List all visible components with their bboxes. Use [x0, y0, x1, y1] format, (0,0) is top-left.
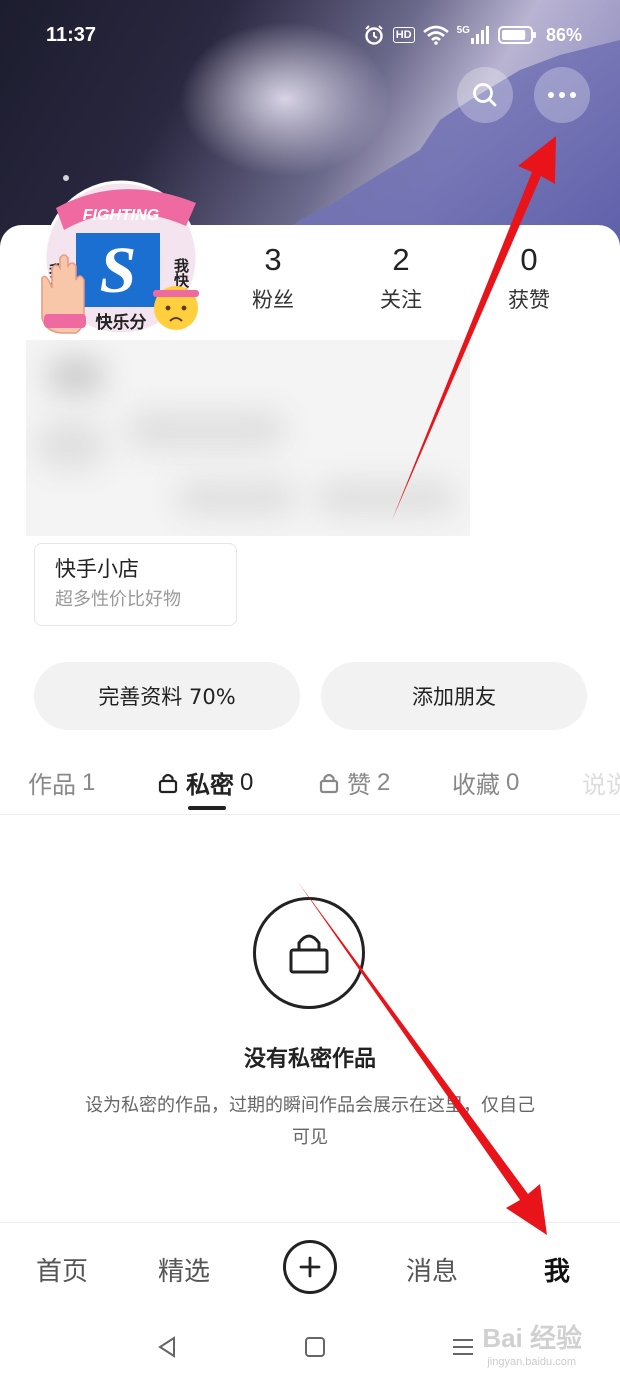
tab-liked-count: 2 — [377, 768, 391, 796]
wifi-icon — [422, 25, 449, 45]
lock-icon — [289, 934, 329, 974]
stat-likes-label: 获赞 — [508, 288, 550, 312]
tab-private-label: 私密 — [186, 771, 234, 799]
bottom-navigation: 首页 精选 消息 我 — [0, 1222, 620, 1314]
stat-likes-count: 0 — [520, 242, 538, 277]
status-icons: HD 5G 86% — [363, 24, 582, 46]
avatar-bottom-text: 快乐分 — [96, 312, 147, 333]
search-icon — [473, 83, 497, 107]
tab-favorites[interactable]: 收藏 0 — [452, 765, 519, 800]
signal-type: 5G — [456, 25, 470, 36]
lock-icon — [158, 773, 178, 793]
tab-favorites-label: 收藏 — [452, 771, 500, 799]
tab-works-count: 1 — [82, 768, 96, 796]
blurred-profile-info — [26, 340, 470, 536]
content-tabs: 作品 1 私密 0 赞 2 收藏 0 说说 — [0, 755, 620, 815]
active-tab-indicator — [188, 806, 226, 810]
empty-state-title: 没有私密作品 — [243, 1047, 376, 1072]
nav-create-button[interactable] — [283, 1240, 337, 1294]
avatar-logo-letter: S — [100, 234, 137, 307]
stat-following-label: 关注 — [380, 288, 422, 312]
tab-works[interactable]: 作品 1 — [28, 765, 95, 800]
tab-liked[interactable]: 赞 2 — [319, 765, 390, 800]
stat-likes[interactable]: 0 获赞 — [474, 242, 584, 314]
search-button[interactable] — [457, 67, 513, 123]
avatar-image: FIGHTING S 我分享 我快乐 快乐分 — [41, 175, 199, 336]
avatar[interactable]: FIGHTING S 我分享 我快乐 快乐分 — [36, 168, 206, 338]
status-time: 11:37 — [46, 24, 97, 46]
nav-messages[interactable]: 消息 — [406, 1251, 458, 1288]
complete-profile-button[interactable]: 完善资料 70% — [34, 662, 300, 730]
tab-works-label: 作品 — [28, 771, 76, 799]
stat-followers-count: 3 — [264, 242, 282, 277]
battery-percent: 86% — [545, 24, 582, 45]
tab-moments-label: 说说 — [582, 771, 620, 799]
lock-icon — [319, 773, 339, 793]
shop-subtitle: 超多性价比好物 — [55, 589, 181, 610]
nav-featured[interactable]: 精选 — [158, 1251, 210, 1288]
stat-following-count: 2 — [392, 242, 410, 277]
more-button[interactable] — [534, 67, 590, 123]
tab-favorites-count: 0 — [506, 768, 520, 796]
battery-icon — [497, 26, 536, 44]
menu-lines-icon[interactable] — [451, 1335, 475, 1359]
more-dots-icon — [548, 92, 576, 98]
nav-me[interactable]: 我 — [544, 1251, 570, 1288]
shop-title: 快手小店 — [55, 557, 139, 581]
back-icon[interactable] — [155, 1335, 179, 1359]
tab-moments[interactable]: 说说 — [582, 765, 620, 800]
alarm-icon — [365, 25, 383, 45]
home-square-icon[interactable] — [303, 1335, 327, 1359]
watermark-url: jingyan.baidu.com — [487, 1356, 576, 1368]
shop-entry[interactable]: 快手小店 超多性价比好物 — [34, 543, 237, 626]
avatar-banner-text: FIGHTING — [83, 207, 159, 224]
stat-followers[interactable]: 3 粉丝 — [218, 242, 328, 314]
cell-signal-icon — [470, 26, 489, 44]
empty-state-icon — [253, 897, 365, 1009]
add-friend-button[interactable]: 添加朋友 — [321, 662, 587, 730]
hd-badge: HD — [392, 27, 415, 43]
empty-state-description: 设为私密的作品，过期的瞬间作品会展示在这里，仅自己可见 — [85, 1095, 535, 1148]
status-bar: 11:37 HD 5G 86% — [0, 0, 620, 76]
tab-private[interactable]: 私密 0 — [158, 765, 253, 800]
watermark-logo: Bai 经验 — [482, 1323, 582, 1353]
plus-icon — [299, 1256, 321, 1278]
tab-private-count: 0 — [240, 768, 254, 796]
tab-liked-label: 赞 — [347, 771, 371, 799]
stat-following[interactable]: 2 关注 — [346, 242, 456, 314]
stat-followers-label: 粉丝 — [252, 288, 294, 312]
nav-home[interactable]: 首页 — [36, 1251, 88, 1288]
